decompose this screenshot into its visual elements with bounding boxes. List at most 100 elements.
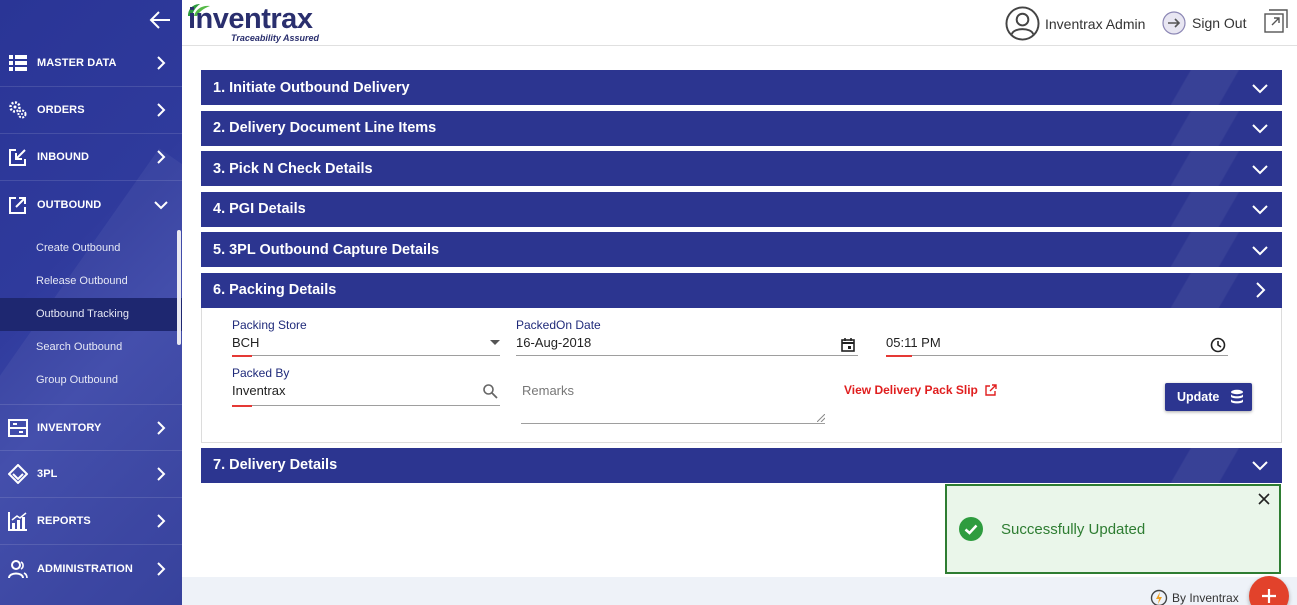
outbound-icon (8, 195, 28, 215)
submenu-outbound-tracking[interactable]: Outbound Tracking (0, 298, 182, 331)
close-icon[interactable] (1258, 493, 1270, 505)
fullscreen-icon[interactable] (1264, 9, 1288, 33)
sidebar-item-label: REPORTS (37, 515, 91, 527)
section-packing-details[interactable]: 6. Packing Details (201, 272, 1282, 308)
search-icon[interactable] (482, 383, 498, 399)
sign-out-button[interactable]: Sign Out (1162, 11, 1246, 35)
sidebar-item-inventory[interactable]: INVENTORY (0, 404, 182, 451)
section-pgi-details[interactable]: 4. PGI Details (201, 191, 1282, 227)
chevron-right-icon (157, 150, 166, 164)
users-icon (8, 559, 28, 579)
sign-out-label: Sign Out (1192, 15, 1247, 31)
clock-icon[interactable] (1210, 337, 1226, 353)
update-button-label: Update (1177, 389, 1220, 404)
chevron-right-icon (157, 103, 166, 117)
sidebar: MASTER DATA ORDERS INBOUND OUTBOUND Crea… (0, 0, 182, 605)
logo-wordmark: inventrax (188, 3, 313, 35)
section-pick-n-check-details[interactable]: 3. Pick N Check Details (201, 151, 1282, 186)
sidebar-scrollbar[interactable] (177, 230, 181, 345)
user-menu[interactable]: Inventrax Admin (1005, 6, 1145, 41)
submenu-search-outbound[interactable]: Search Outbound (0, 331, 182, 364)
submenu-group-outbound[interactable]: Group Outbound (0, 364, 182, 397)
inventory-icon (8, 418, 28, 438)
section-delivery-details[interactable]: 7. Delivery Details (201, 447, 1282, 483)
sidebar-item-label: OUTBOUND (37, 198, 102, 211)
sidebar-item-inbound[interactable]: INBOUND (0, 134, 182, 181)
field-underline (232, 404, 500, 406)
field-underline (521, 422, 825, 424)
submenu-release-outbound[interactable]: Release Outbound (0, 265, 182, 298)
section-title: 3. Pick N Check Details (213, 160, 373, 177)
footer-brand[interactable]: By Inventrax (1150, 589, 1239, 605)
footer-brand-label: By Inventrax (1172, 591, 1239, 605)
packed-on-date-field[interactable]: PackedOn Date 16-Aug-2018 (516, 318, 858, 356)
chevron-right-icon (157, 420, 166, 435)
success-check-icon (959, 517, 983, 541)
section-title: 7. Delivery Details (213, 457, 338, 473)
chevron-down-icon (1252, 461, 1268, 471)
view-delivery-pack-slip-link[interactable]: View Delivery Pack Slip (844, 383, 997, 397)
sidebar-item-label: ADMINISTRATION (37, 562, 133, 575)
dropdown-caret-icon (490, 339, 500, 345)
footer: By Inventrax (182, 577, 1297, 605)
section-title: 2. Delivery Document Line Items (213, 120, 437, 136)
external-link-icon (985, 383, 997, 396)
section-title: 4. PGI Details (213, 201, 306, 217)
field-underline (516, 354, 858, 356)
chevron-right-icon (157, 56, 166, 70)
plus-icon (1262, 589, 1276, 603)
sidebar-item-outbound[interactable]: OUTBOUND (0, 181, 182, 228)
chevron-down-icon (1252, 124, 1268, 134)
sidebar-item-master-data[interactable]: MASTER DATA (0, 40, 182, 87)
back-arrow-icon[interactable] (148, 8, 172, 32)
field-underline (886, 354, 1228, 356)
chevron-down-icon (1252, 164, 1268, 174)
submenu-create-outbound[interactable]: Create Outbound (0, 232, 182, 265)
section-delivery-document-line-items[interactable]: 2. Delivery Document Line Items (201, 110, 1282, 146)
sidebar-item-orders[interactable]: ORDERS (0, 87, 182, 134)
section-initiate-outbound-delivery[interactable]: 1. Initiate Outbound Delivery (201, 70, 1282, 105)
packed-by-label: Packed By (232, 365, 290, 380)
chevron-right-icon (1256, 282, 1266, 298)
section-3pl-outbound-capture-details[interactable]: 5. 3PL Outbound Capture Details (201, 232, 1282, 267)
sidebar-item-label: INVENTORY (37, 421, 102, 434)
packed-on-time-value: 05:11 PM (886, 334, 941, 350)
packed-on-date-value: 16-Aug-2018 (516, 334, 592, 350)
reports-icon (8, 511, 28, 531)
top-header: inventrax Traceability Assured Inventrax… (182, 0, 1297, 46)
chevron-down-icon (1252, 245, 1268, 255)
packed-on-time-field[interactable]: 05:11 PM (886, 318, 1228, 357)
list-icon (8, 53, 28, 73)
remarks-textarea[interactable]: Remarks (521, 380, 825, 424)
packing-store-value: BCH (232, 334, 260, 350)
3pl-icon (8, 464, 28, 484)
packing-store-select[interactable]: Packing Store BCH (232, 318, 500, 357)
chevron-right-icon (157, 561, 166, 576)
calendar-icon[interactable] (840, 337, 856, 353)
success-toast: Successfully Updated (945, 484, 1281, 574)
inventrax-logo[interactable]: inventrax Traceability Assured (184, 2, 334, 44)
sidebar-top (0, 0, 182, 40)
sidebar-item-reports[interactable]: REPORTS (0, 498, 182, 545)
remarks-placeholder: Remarks (522, 382, 575, 398)
chevron-right-icon (157, 514, 166, 528)
field-underline (232, 354, 500, 356)
chevron-down-icon (154, 200, 168, 209)
inbound-icon (8, 147, 28, 167)
user-name: Inventrax Admin (1045, 15, 1146, 32)
database-icon (1231, 389, 1244, 403)
resize-grip-icon[interactable] (817, 413, 825, 422)
chevron-down-icon (1252, 83, 1268, 93)
section-title: 5. 3PL Outbound Capture Details (213, 241, 440, 258)
sidebar-item-administration[interactable]: ADMINISTRATION (0, 545, 182, 592)
chevron-right-icon (157, 467, 166, 481)
update-button[interactable]: Update (1165, 382, 1252, 411)
sidebar-item-label: INBOUND (37, 151, 90, 163)
packed-by-field[interactable]: Packed By Inventrax (232, 365, 500, 407)
field-accent (886, 354, 912, 357)
outbound-tracking-accordion: 1. Initiate Outbound Delivery 2. Deliver… (201, 70, 1282, 488)
packed-on-date-label: PackedOn Date (516, 317, 601, 332)
sidebar-item-3pl[interactable]: 3PL (0, 451, 182, 498)
field-accent (232, 404, 252, 407)
sign-out-icon (1162, 11, 1186, 35)
